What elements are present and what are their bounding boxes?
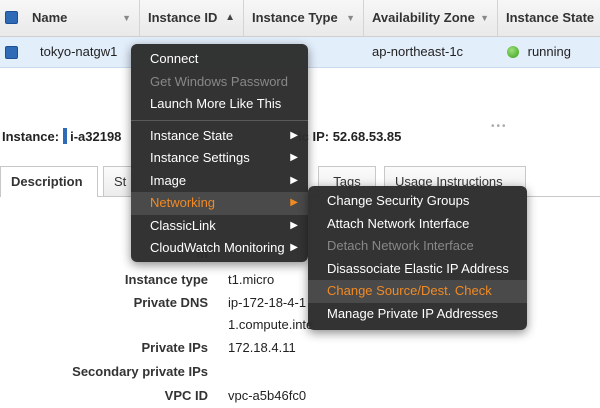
menu-item-manage-private-ip-addresses[interactable]: Manage Private IP Addresses [308,303,527,326]
menu-item-attach-network-interface[interactable]: Attach Network Interface [308,213,527,236]
chevron-down-icon: ▼ [480,13,489,23]
table-header: Name ▼ Instance ID ▲ Instance Type ▼ Ava… [0,0,600,37]
menu-item-instance-state[interactable]: Instance State ▶ [131,125,308,148]
menu-item-launch-more-like-this[interactable]: Launch More Like This [131,93,308,116]
column-header-instance-type[interactable]: Instance Type ▼ [244,0,364,36]
networking-submenu: Change Security Groups Attach Network In… [308,186,527,330]
instance-context-menu: Connect Get Windows Password Launch More… [131,44,308,262]
public-ip: 52.68.53.85 [332,129,402,144]
chevron-right-icon: ▶ [290,197,298,208]
column-header-name[interactable]: Name ▼ [24,0,140,36]
menu-item-cloudwatch-monitoring[interactable]: CloudWatch Monitoring ▶ [131,237,308,260]
tab-description[interactable]: Description [0,166,98,197]
menu-item-detach-network-interface: Detach Network Interface [327,238,474,253]
vpc-id-value: vpc-a5b46fc0 [228,388,307,403]
menu-item-networking[interactable]: Networking ▶ [131,192,308,215]
menu-item-instance-settings[interactable]: Instance Settings ▶ [131,147,308,170]
column-header-instance-state[interactable]: Instance State [498,0,600,36]
status-running-icon [507,46,519,58]
chevron-right-icon: ▶ [290,152,298,163]
chevron-down-icon: ▼ [122,13,131,23]
menu-item-classiclink[interactable]: ClassicLink ▶ [131,215,308,238]
column-header-availability-zone[interactable]: Availability Zone ▼ [364,0,498,36]
instance-name: tokyo-natgw1 [40,44,118,59]
instance-type-value: t1.micro [228,272,275,287]
chevron-right-icon: ▶ [290,242,298,253]
menu-separator [131,119,308,121]
menu-item-connect[interactable]: Connect [131,48,308,71]
availability-zone: ap-northeast-1c [372,44,464,59]
select-all-checkbox[interactable] [5,11,18,24]
menu-item-change-source-dest-check[interactable]: Change Source/Dest. Check [308,280,527,303]
sort-ascending-icon: ▲ [225,12,235,23]
chevron-right-icon: ▶ [290,129,298,141]
menu-item-get-windows-password: Get Windows Password [150,73,288,89]
chevron-right-icon: ▶ [290,174,298,186]
private-ips-value: 172.18.4.11 [228,340,296,355]
menu-item-disassociate-elastic-ip[interactable]: Disassociate Elastic IP Address [308,258,527,281]
instance-state: running [507,37,571,67]
row-checkbox[interactable] [5,46,18,59]
menu-item-image[interactable]: Image ▶ [131,170,308,193]
chevron-down-icon: ▼ [346,13,355,23]
chevron-right-icon: ▶ [290,219,298,231]
private-dns-value-cont: 1.compute.inte [228,317,314,332]
column-header-instance-id[interactable]: Instance ID ▲ [140,0,244,36]
menu-item-change-security-groups[interactable]: Change Security Groups [308,190,527,213]
selection-marker [63,128,68,144]
private-dns-value: ip-172-18-4-1 [228,295,307,310]
